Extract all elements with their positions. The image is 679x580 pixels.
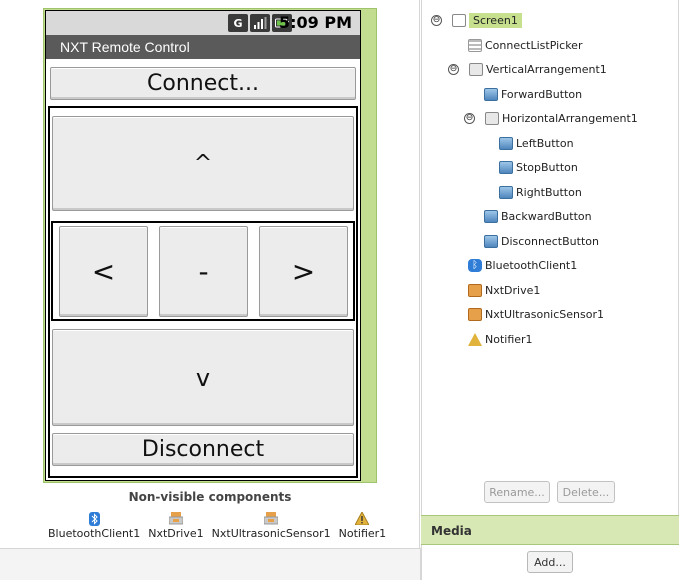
button-icon [484, 209, 498, 223]
vertical-arrangement[interactable]: ^ < - > v Disconnect [48, 106, 358, 478]
tree-item-nxt-ultrasonic-sensor[interactable]: NxtUltrasonicSensor1 [468, 305, 604, 323]
status-bar: G 5:09 PM [46, 11, 360, 35]
collapse-icon[interactable]: ⊖ [431, 14, 442, 26]
left-button[interactable]: < [59, 226, 148, 317]
tree-item-disconnect-button[interactable]: DisconnectButton [484, 232, 599, 250]
list-picker-icon [468, 38, 482, 52]
tree-label: BackwardButton [501, 209, 592, 223]
collapse-icon[interactable]: ⊖ [448, 63, 459, 75]
designer-root: G 5:09 PM NXT Remote Control Connect... … [0, 0, 679, 580]
tree-label: BluetoothClient1 [485, 258, 578, 272]
signal-bars-icon [250, 14, 270, 32]
tree-item-vertical-arrangement[interactable]: ⊖ VerticalArrangement1 [448, 60, 607, 78]
media-panel-header: Media [421, 515, 679, 545]
status-time: 5:09 PM [278, 13, 352, 32]
tree-label: ConnectListPicker [485, 38, 583, 52]
tree-label: VerticalArrangement1 [486, 62, 607, 76]
nxt-icon [168, 512, 184, 527]
bluetooth-icon [88, 512, 100, 527]
nonvisible-nxt-drive[interactable]: NxtDrive1 [148, 512, 204, 540]
tree-label: DisconnectButton [501, 234, 599, 248]
stop-button[interactable]: - [159, 226, 248, 317]
disconnect-button[interactable]: Disconnect [52, 433, 354, 466]
tree-item-nxt-drive[interactable]: NxtDrive1 [468, 281, 540, 299]
nonvisible-notifier[interactable]: Notifier1 [338, 510, 387, 540]
tree-item-notifier[interactable]: Notifier1 [468, 330, 533, 348]
tree-item-horizontal-arrangement[interactable]: ⊖ HorizontalArrangement1 [464, 109, 638, 127]
viewer-footer [0, 548, 421, 580]
connect-button[interactable]: Connect... [50, 67, 356, 100]
tree-item-stop-button[interactable]: StopButton [499, 158, 578, 176]
collapse-icon[interactable]: ⊖ [464, 112, 475, 124]
nonvisible-bluetooth-client[interactable]: BluetoothClient1 [48, 512, 140, 540]
rename-button[interactable]: Rename... [484, 481, 550, 503]
tree-label: Notifier1 [485, 332, 533, 346]
tree-label: NxtUltrasonicSensor1 [485, 307, 604, 321]
tree-label: Screen1 [469, 12, 522, 28]
button-icon [499, 185, 513, 199]
delete-button[interactable]: Delete... [557, 481, 615, 503]
tree-item-backward-button[interactable]: BackwardButton [484, 207, 592, 225]
backward-button[interactable]: v [52, 329, 354, 426]
nxt-icon [468, 307, 482, 321]
add-media-button[interactable]: Add... [527, 551, 573, 573]
horizontal-arrangement[interactable]: < - > [51, 221, 355, 321]
vertical-arrangement-icon [469, 62, 483, 76]
button-icon [484, 87, 498, 101]
horizontal-arrangement-icon [485, 111, 499, 125]
right-button[interactable]: > [259, 226, 348, 317]
nonvisible-label: NxtDrive1 [148, 527, 204, 540]
tree-label: RightButton [516, 185, 582, 199]
bluetooth-icon: ᛒ [468, 258, 482, 272]
nonvisible-components-title: Non-visible components [128, 490, 292, 504]
tree-label: LeftButton [516, 136, 574, 150]
tree-item-left-button[interactable]: LeftButton [499, 134, 574, 152]
viewer-panel: G 5:09 PM NXT Remote Control Connect... … [0, 0, 420, 548]
phone-preview: G 5:09 PM NXT Remote Control Connect... … [43, 8, 377, 483]
nonvisible-nxt-ultrasonic[interactable]: NxtUltrasonicSensor1 [212, 512, 331, 540]
tree-item-forward-button[interactable]: ForwardButton [484, 85, 582, 103]
tree-item-right-button[interactable]: RightButton [499, 183, 582, 201]
forward-button[interactable]: ^ [52, 116, 354, 211]
nonvisible-label: NxtUltrasonicSensor1 [211, 527, 331, 540]
nxt-icon [468, 283, 482, 297]
warning-icon [354, 510, 371, 527]
nonvisible-label: BluetoothClient1 [48, 527, 141, 540]
app-title-bar: NXT Remote Control [46, 35, 360, 59]
button-icon [499, 160, 513, 174]
tree-label: ForwardButton [501, 87, 583, 101]
tree-label: NxtDrive1 [485, 283, 541, 297]
tree-label: HorizontalArrangement1 [502, 111, 638, 125]
tree-item-bluetooth-client[interactable]: ᛒ BluetoothClient1 [468, 256, 577, 274]
button-icon [499, 136, 513, 150]
tree-item-connect-list-picker[interactable]: ConnectListPicker [468, 36, 582, 54]
nonvisible-label: Notifier1 [338, 527, 387, 540]
nxt-icon [263, 512, 279, 527]
tree-item-screen[interactable]: ⊖ Screen1 [431, 11, 522, 29]
screen-icon [452, 13, 466, 27]
tree-label: StopButton [516, 160, 578, 174]
nonvisible-components-list: BluetoothClient1 NxtDrive1 NxtUltrasonic… [48, 510, 394, 540]
phone-screen: G 5:09 PM NXT Remote Control Connect... … [45, 10, 361, 481]
network-g-icon: G [228, 14, 248, 32]
button-icon [484, 234, 498, 248]
warning-icon [468, 332, 482, 346]
